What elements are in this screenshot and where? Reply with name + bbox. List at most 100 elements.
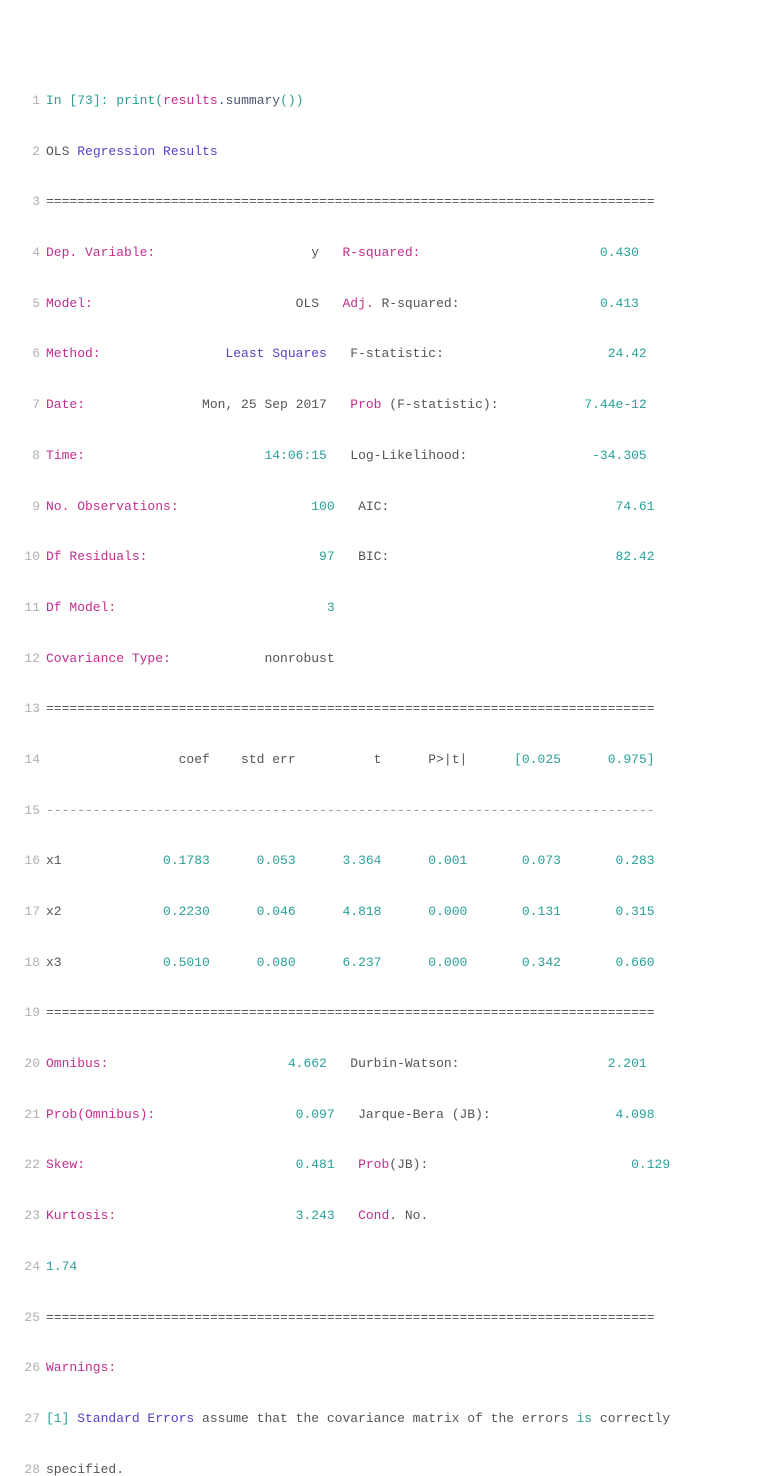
rule-eq: ========================================… [46, 194, 655, 209]
warnings-line-2: 28 specified. [12, 1457, 756, 1476]
p-val: 0.000 [382, 904, 468, 919]
line-number: 19 [12, 1000, 40, 1025]
line-number: 2 [12, 139, 40, 164]
warnings-header: 26 Warnings: [12, 1355, 756, 1380]
line-number: 11 [12, 595, 40, 620]
label-skew: Skew: [46, 1157, 85, 1172]
label-adj-r-squared-b: R-squared: [374, 296, 460, 311]
value-skew: 0.481 [85, 1157, 335, 1172]
line-number: 16 [12, 848, 40, 873]
p-val: 0.001 [382, 853, 468, 868]
code-line: 1In [73]: print(results.summary()) [12, 88, 756, 113]
rule-eq: ========================================… [46, 1005, 655, 1020]
label-jb-a: Jarque-Bera [358, 1107, 444, 1122]
t-val: 3.364 [296, 853, 382, 868]
rule-line: 13======================================… [12, 696, 756, 721]
line-number: 26 [12, 1355, 40, 1380]
label-bic: BIC: [358, 549, 389, 564]
line-number: 24 [12, 1254, 40, 1279]
label-log-likelihood: Log-Likelihood: [350, 448, 467, 463]
label-df-resid: Df Residuals: [46, 549, 147, 564]
stat-row: 6Method: Least Squares F-statistic: 24.4… [12, 341, 756, 366]
value-df-resid: 97 [147, 549, 334, 564]
coef-row: 17x2 0.2230 0.046 4.818 0.000 0.131 0.31… [12, 899, 756, 924]
value-df-model: 3 [116, 600, 334, 615]
label-cond-no-a: Cond [358, 1208, 389, 1223]
rule-dash: ----------------------------------------… [46, 803, 655, 818]
stat-row: 5Model: OLS Adj. R-squared: 0.413 [12, 291, 756, 316]
value-prob-jb: 0.129 [428, 1157, 670, 1172]
line-number: 23 [12, 1203, 40, 1228]
value-cond-no: 1.74 [46, 1259, 77, 1274]
stat-row: 10 Df Residuals: 97 BIC: 82.42 [12, 544, 756, 569]
hdr-ci-lo: [0.025 [467, 752, 561, 767]
title-rest: Regression Results [77, 144, 217, 159]
warn-text-tail: correctly [592, 1411, 670, 1426]
label-model: Model: [46, 296, 93, 311]
rule-line: 25======================================… [12, 1305, 756, 1330]
line-number: 21 [12, 1102, 40, 1127]
line-number: 13 [12, 696, 40, 721]
line-number: 10 [12, 544, 40, 569]
stat-row: 9No. Observations: 100 AIC: 74.61 [12, 494, 756, 519]
label-cond-no-b: . No. [389, 1208, 428, 1223]
label-method: Method: [46, 346, 101, 361]
stderr-val: 0.046 [210, 904, 296, 919]
t-val: 4.818 [296, 904, 382, 919]
ci-lo-val: 0.131 [467, 904, 561, 919]
line-number: 15 [12, 798, 40, 823]
line-number: 22 [12, 1152, 40, 1177]
value-n-obs: 100 [179, 499, 335, 514]
hdr-coef: coef [46, 752, 210, 767]
warn-text-mid: assume that the covariance matrix of the… [194, 1411, 576, 1426]
warn-text-line2: specified. [46, 1462, 124, 1476]
hdr-ci-hi: 0.975] [561, 752, 655, 767]
label-prob-omnibus: Prob(Omnibus): [46, 1107, 155, 1122]
line-number: 14 [12, 747, 40, 772]
label-date: Date: [46, 397, 85, 412]
rule-line: 19 ======================================… [12, 1000, 756, 1025]
warnings-line: 27[1] Standard Errors assume that the co… [12, 1406, 756, 1431]
rule-line: 3 =======================================… [12, 189, 756, 214]
stderr-val: 0.080 [210, 955, 296, 970]
value-aic: 74.61 [389, 499, 654, 514]
value-model: OLS [93, 296, 319, 311]
label-prob-jb-b: (JB): [389, 1157, 428, 1172]
ci-hi-val: 0.660 [561, 955, 655, 970]
coef-val: 0.5010 [62, 955, 210, 970]
label-r-squared: R-squared: [342, 245, 420, 260]
value-r-squared: 0.430 [420, 245, 638, 260]
ci-lo-val: 0.073 [467, 853, 561, 868]
value-dep-variable: y [155, 245, 319, 260]
coef-val: 0.1783 [62, 853, 210, 868]
stderr-val: 0.053 [210, 853, 296, 868]
rule-line: 15 --------------------------------------… [12, 798, 756, 823]
coef-row: 16x1 0.1783 0.053 3.364 0.001 0.073 0.28… [12, 848, 756, 873]
value-method: Least Squares [101, 346, 327, 361]
var-name: x1 [46, 853, 62, 868]
hdr-t: t [296, 752, 382, 767]
value-bic: 82.42 [389, 549, 654, 564]
label-warnings: Warnings: [46, 1360, 116, 1375]
value-kurtosis: 3.243 [116, 1208, 334, 1223]
stat-row: 11Df Model: 3 [12, 595, 756, 620]
label-prob-jb-a: Prob [358, 1157, 389, 1172]
label-omnibus: Omnibus: [46, 1056, 108, 1071]
line-number: 6 [12, 341, 40, 366]
line-number: 27 [12, 1406, 40, 1431]
diag-row: 22 Skew: 0.481 Prob(JB): 0.129 [12, 1152, 756, 1177]
line-number: 3 [12, 189, 40, 214]
rule-eq: ========================================… [46, 1310, 655, 1325]
identifier-results: results [163, 93, 218, 108]
print-call: print [116, 93, 155, 108]
in-prompt-kw: In [46, 93, 62, 108]
line-number: 28 [12, 1457, 40, 1476]
label-aic: AIC: [358, 499, 389, 514]
title-ols: OLS [46, 144, 69, 159]
coef-val: 0.2230 [62, 904, 210, 919]
label-jb-b: (JB): [444, 1107, 491, 1122]
label-time: Time: [46, 448, 85, 463]
label-prob-f-b: (F-statistic): [381, 397, 498, 412]
diag-extra: 241.74 [12, 1254, 756, 1279]
value-prob-f: 7.44e-12 [499, 397, 647, 412]
